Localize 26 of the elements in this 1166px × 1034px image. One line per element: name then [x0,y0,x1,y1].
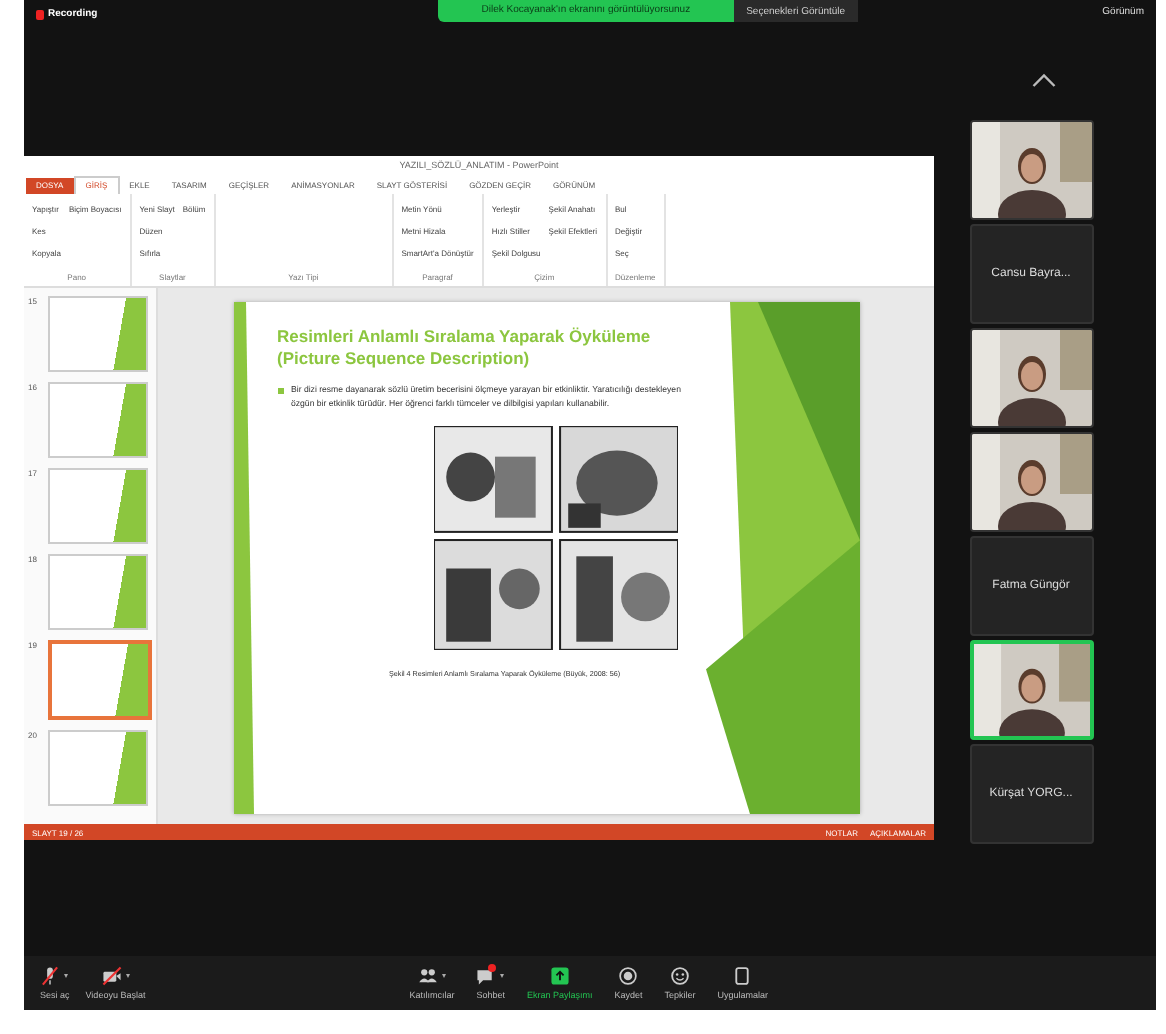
slide-thumbnail[interactable] [48,382,148,458]
video-tile[interactable] [969,432,1093,532]
slide-thumbnail[interactable] [48,554,148,630]
caret-icon[interactable] [500,974,505,978]
bullet-icon [277,388,283,394]
slide-subtitle: (Picture Sequence Description) [277,348,530,370]
slide-thumbnail[interactable] [48,730,148,806]
caret-icon[interactable] [441,974,446,978]
muted-microphone-icon [40,966,61,986]
slide-thumbnail[interactable] [48,640,152,720]
chat-icon [476,966,497,986]
slide-title: Resimleri Anlamlı Sıralama Yaparak Öyküleme [277,326,651,348]
caret-icon[interactable] [125,974,130,978]
video-off-icon [101,966,122,986]
caret-icon[interactable] [64,974,69,978]
slide-thumbnail[interactable] [48,468,148,544]
video-tile[interactable] [969,120,1093,220]
share-screen-icon [549,966,570,986]
video-tile[interactable] [969,328,1093,428]
video-tile[interactable] [969,640,1093,740]
smiley-icon [670,966,691,986]
slide-thumbnail[interactable] [48,296,148,372]
apps-icon [732,966,753,986]
chevron-up-icon[interactable] [1032,72,1056,88]
record-icon [618,966,639,986]
people-icon [417,966,438,986]
